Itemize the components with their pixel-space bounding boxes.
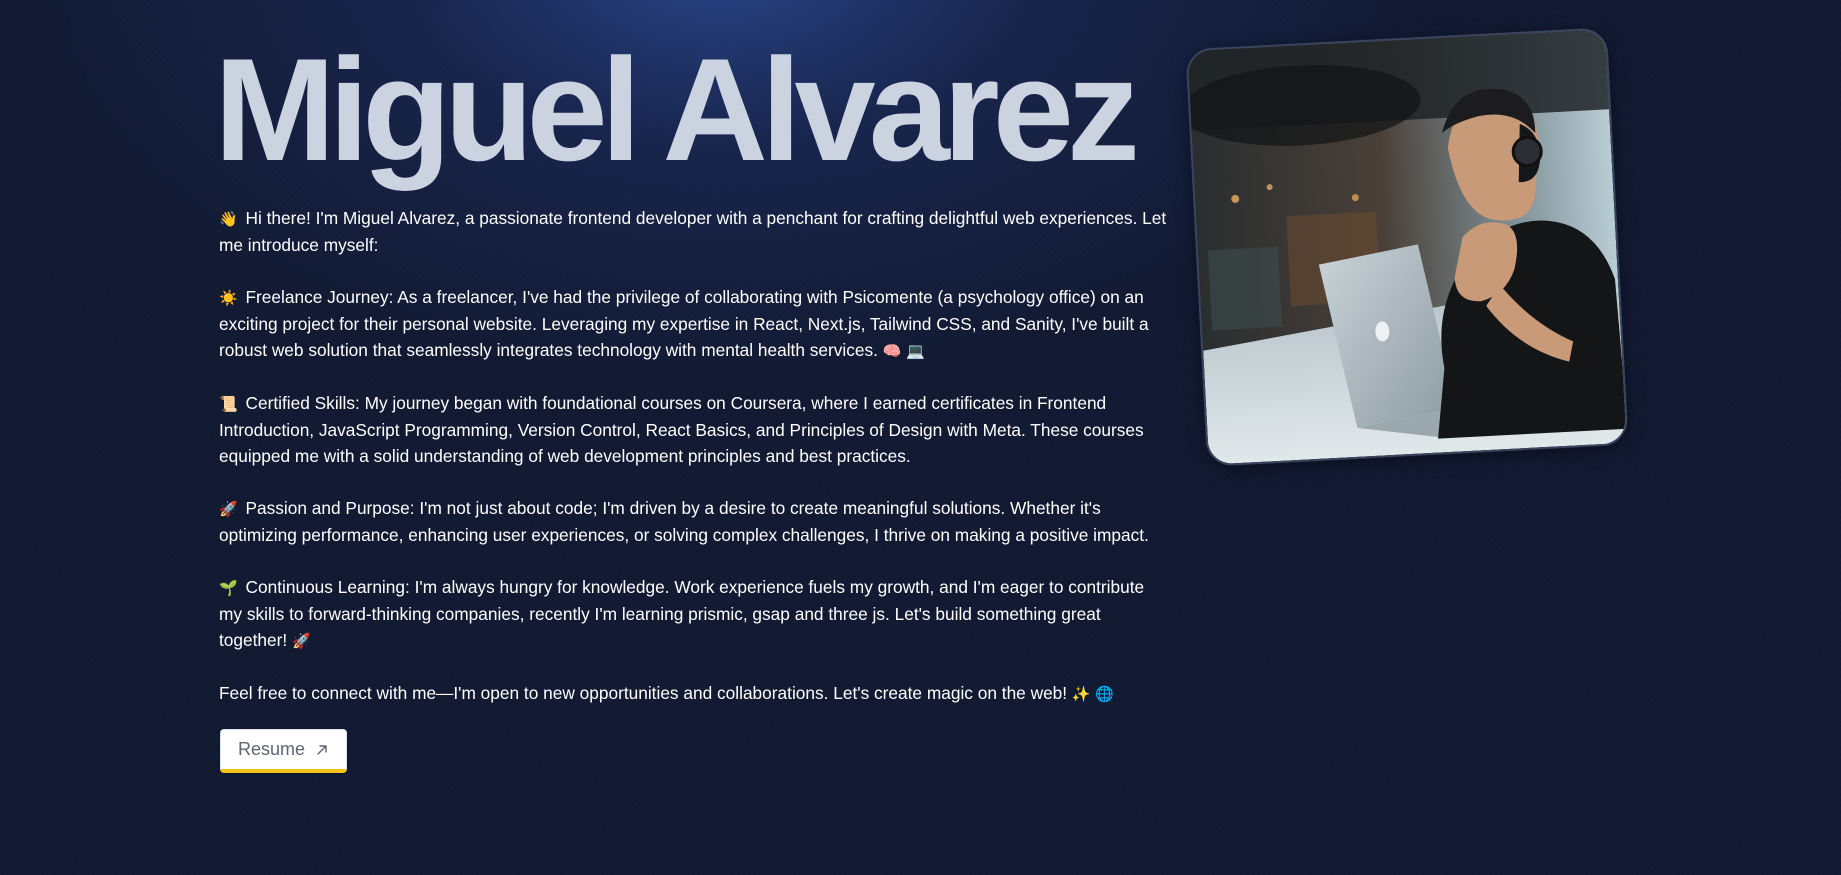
bio-learning-text: Continuous Learning: I'm always hungry f… (219, 577, 1145, 650)
rocket-icon: 🚀 (292, 632, 311, 650)
page-title: Miguel Alvarez (214, 28, 1140, 191)
bio-learning: 🌱 Continuous Learning: I'm always hungry… (219, 574, 1169, 654)
waving-hand-icon: 👋 (219, 210, 238, 228)
bio-closing-text: Feel free to connect with me—I'm open to… (219, 683, 1068, 703)
about-section: Miguel Alvarez 👋 Hi there! I'm Miguel Al… (0, 0, 1841, 875)
bio-skills: 📜 Certified Skills: My journey began wit… (219, 390, 1169, 469)
bio-passion-text: Passion and Purpose: I'm not just about … (219, 498, 1149, 545)
brain-laptop-icon: 🧠 💻 (882, 342, 925, 360)
bio-freelance: ☀️ Freelance Journey: As a freelancer, I… (219, 284, 1169, 364)
arrow-up-right-icon (315, 743, 329, 757)
bio-freelance-text: Freelance Journey: As a freelancer, I've… (219, 287, 1149, 360)
resume-button-label: Resume (237, 739, 306, 759)
resume-button[interactable]: Resume (220, 729, 347, 773)
sun-icon: ☀️ (219, 289, 238, 307)
profile-photo (1185, 27, 1629, 467)
bio-closing: Feel free to connect with me—I'm open to… (219, 680, 1169, 707)
seedling-icon: 🌱 (219, 579, 238, 597)
bio-passion: 🚀 Passion and Purpose: I'm not just abou… (219, 495, 1169, 548)
scroll-icon: 📜 (219, 395, 238, 413)
bio-intro: 👋 Hi there! I'm Miguel Alvarez, a passio… (219, 205, 1169, 258)
profile-photo-illustration (1187, 29, 1627, 465)
sparkles-globe-icon: ✨ 🌐 (1071, 685, 1115, 703)
bio-intro-text: Hi there! I'm Miguel Alvarez, a passiona… (219, 208, 1167, 255)
bio: 👋 Hi there! I'm Miguel Alvarez, a passio… (219, 205, 1169, 733)
rocket-icon: 🚀 (219, 500, 238, 518)
bio-skills-text: Certified Skills: My journey began with … (219, 393, 1144, 466)
